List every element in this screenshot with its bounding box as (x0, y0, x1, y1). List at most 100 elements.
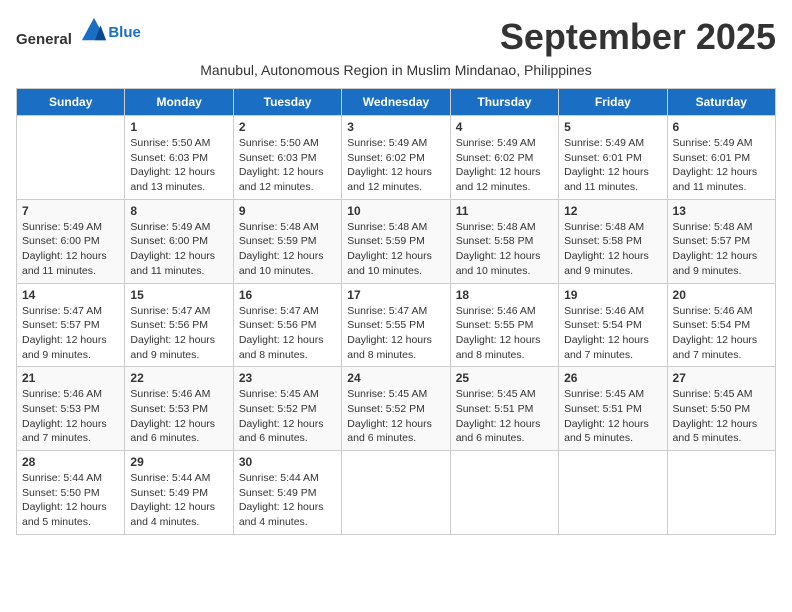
calendar-week-row: 21 Sunrise: 5:46 AM Sunset: 5:53 PM Dayli… (17, 367, 776, 451)
calendar-day-header: Wednesday (342, 89, 450, 116)
day-number: 7 (22, 204, 119, 218)
day-number: 27 (673, 371, 770, 385)
day-info: Sunrise: 5:45 AM Sunset: 5:52 PM Dayligh… (239, 387, 336, 446)
page-header: General Blue September 2025 (16, 16, 776, 58)
calendar-cell (559, 451, 667, 535)
calendar-week-row: 7 Sunrise: 5:49 AM Sunset: 6:00 PM Daylig… (17, 199, 776, 283)
day-info: Sunrise: 5:45 AM Sunset: 5:50 PM Dayligh… (673, 387, 770, 446)
logo-blue-text: Blue (108, 24, 141, 41)
day-number: 16 (239, 288, 336, 302)
logo-general-text: General (16, 31, 72, 48)
calendar-cell: 7 Sunrise: 5:49 AM Sunset: 6:00 PM Daylig… (17, 199, 125, 283)
day-info: Sunrise: 5:48 AM Sunset: 5:59 PM Dayligh… (347, 220, 444, 279)
day-info: Sunrise: 5:46 AM Sunset: 5:54 PM Dayligh… (564, 304, 661, 363)
calendar-cell: 18 Sunrise: 5:46 AM Sunset: 5:55 PM Dayli… (450, 283, 558, 367)
calendar-subtitle: Manubul, Autonomous Region in Muslim Min… (16, 62, 776, 78)
calendar-cell: 9 Sunrise: 5:48 AM Sunset: 5:59 PM Daylig… (233, 199, 341, 283)
calendar-cell (667, 451, 775, 535)
day-number: 14 (22, 288, 119, 302)
day-number: 24 (347, 371, 444, 385)
day-info: Sunrise: 5:48 AM Sunset: 5:59 PM Dayligh… (239, 220, 336, 279)
day-number: 2 (239, 120, 336, 134)
day-info: Sunrise: 5:44 AM Sunset: 5:49 PM Dayligh… (239, 471, 336, 530)
day-info: Sunrise: 5:47 AM Sunset: 5:56 PM Dayligh… (130, 304, 227, 363)
calendar-cell: 8 Sunrise: 5:49 AM Sunset: 6:00 PM Daylig… (125, 199, 233, 283)
calendar-cell: 24 Sunrise: 5:45 AM Sunset: 5:52 PM Dayli… (342, 367, 450, 451)
day-info: Sunrise: 5:45 AM Sunset: 5:52 PM Dayligh… (347, 387, 444, 446)
calendar-week-row: 1Sunrise: 5:50 AM Sunset: 6:03 PM Daylig… (17, 116, 776, 200)
day-number: 22 (130, 371, 227, 385)
day-info: Sunrise: 5:46 AM Sunset: 5:55 PM Dayligh… (456, 304, 553, 363)
day-info: Sunrise: 5:46 AM Sunset: 5:53 PM Dayligh… (22, 387, 119, 446)
day-info: Sunrise: 5:48 AM Sunset: 5:58 PM Dayligh… (456, 220, 553, 279)
calendar-cell: 6 Sunrise: 5:49 AM Sunset: 6:01 PM Daylig… (667, 116, 775, 200)
day-number: 9 (239, 204, 336, 218)
day-number: 18 (456, 288, 553, 302)
day-info: Sunrise: 5:49 AM Sunset: 6:02 PM Dayligh… (347, 136, 444, 195)
day-number: 11 (456, 204, 553, 218)
day-number: 19 (564, 288, 661, 302)
day-info: Sunrise: 5:47 AM Sunset: 5:57 PM Dayligh… (22, 304, 119, 363)
calendar-cell: 12 Sunrise: 5:48 AM Sunset: 5:58 PM Dayli… (559, 199, 667, 283)
calendar-cell: 23 Sunrise: 5:45 AM Sunset: 5:52 PM Dayli… (233, 367, 341, 451)
calendar-cell: 20 Sunrise: 5:46 AM Sunset: 5:54 PM Dayli… (667, 283, 775, 367)
day-number: 13 (673, 204, 770, 218)
day-number: 3 (347, 120, 444, 134)
day-info: Sunrise: 5:50 AM Sunset: 6:03 PM Dayligh… (130, 136, 227, 195)
day-info: Sunrise: 5:46 AM Sunset: 5:54 PM Dayligh… (673, 304, 770, 363)
day-info: Sunrise: 5:47 AM Sunset: 5:55 PM Dayligh… (347, 304, 444, 363)
calendar-cell: 29Sunrise: 5:44 AM Sunset: 5:49 PM Dayli… (125, 451, 233, 535)
calendar-cell: 26 Sunrise: 5:45 AM Sunset: 5:51 PM Dayli… (559, 367, 667, 451)
day-info: Sunrise: 5:44 AM Sunset: 5:50 PM Dayligh… (22, 471, 119, 530)
calendar-cell (17, 116, 125, 200)
calendar-cell: 25 Sunrise: 5:45 AM Sunset: 5:51 PM Dayli… (450, 367, 558, 451)
calendar-cell: 10 Sunrise: 5:48 AM Sunset: 5:59 PM Dayli… (342, 199, 450, 283)
day-info: Sunrise: 5:49 AM Sunset: 6:01 PM Dayligh… (673, 136, 770, 195)
day-number: 6 (673, 120, 770, 134)
day-number: 26 (564, 371, 661, 385)
day-info: Sunrise: 5:49 AM Sunset: 6:01 PM Dayligh… (564, 136, 661, 195)
calendar-day-header: Sunday (17, 89, 125, 116)
calendar-cell: 5 Sunrise: 5:49 AM Sunset: 6:01 PM Daylig… (559, 116, 667, 200)
calendar-cell (342, 451, 450, 535)
day-info: Sunrise: 5:45 AM Sunset: 5:51 PM Dayligh… (456, 387, 553, 446)
day-number: 20 (673, 288, 770, 302)
calendar-cell: 16Sunrise: 5:47 AM Sunset: 5:56 PM Dayli… (233, 283, 341, 367)
calendar-cell: 27 Sunrise: 5:45 AM Sunset: 5:50 PM Dayli… (667, 367, 775, 451)
calendar-cell: 4 Sunrise: 5:49 AM Sunset: 6:02 PM Daylig… (450, 116, 558, 200)
day-info: Sunrise: 5:48 AM Sunset: 5:58 PM Dayligh… (564, 220, 661, 279)
logo: General Blue (16, 16, 141, 49)
day-info: Sunrise: 5:48 AM Sunset: 5:57 PM Dayligh… (673, 220, 770, 279)
calendar-week-row: 14 Sunrise: 5:47 AM Sunset: 5:57 PM Dayli… (17, 283, 776, 367)
day-info: Sunrise: 5:49 AM Sunset: 6:02 PM Dayligh… (456, 136, 553, 195)
day-number: 15 (130, 288, 227, 302)
day-number: 8 (130, 204, 227, 218)
calendar-body: 1Sunrise: 5:50 AM Sunset: 6:03 PM Daylig… (17, 116, 776, 535)
calendar-header-row: SundayMondayTuesdayWednesdayThursdayFrid… (17, 89, 776, 116)
day-info: Sunrise: 5:45 AM Sunset: 5:51 PM Dayligh… (564, 387, 661, 446)
day-info: Sunrise: 5:49 AM Sunset: 6:00 PM Dayligh… (22, 220, 119, 279)
calendar-day-header: Monday (125, 89, 233, 116)
calendar-cell: 17 Sunrise: 5:47 AM Sunset: 5:55 PM Dayli… (342, 283, 450, 367)
day-number: 5 (564, 120, 661, 134)
day-number: 10 (347, 204, 444, 218)
calendar-table: SundayMondayTuesdayWednesdayThursdayFrid… (16, 88, 776, 535)
calendar-day-header: Friday (559, 89, 667, 116)
day-number: 29 (130, 455, 227, 469)
day-number: 21 (22, 371, 119, 385)
calendar-cell: 13 Sunrise: 5:48 AM Sunset: 5:57 PM Dayli… (667, 199, 775, 283)
day-number: 25 (456, 371, 553, 385)
calendar-cell: 14 Sunrise: 5:47 AM Sunset: 5:57 PM Dayli… (17, 283, 125, 367)
calendar-cell: 15 Sunrise: 5:47 AM Sunset: 5:56 PM Dayli… (125, 283, 233, 367)
calendar-day-header: Saturday (667, 89, 775, 116)
calendar-week-row: 28 Sunrise: 5:44 AM Sunset: 5:50 PM Dayli… (17, 451, 776, 535)
day-info: Sunrise: 5:49 AM Sunset: 6:00 PM Dayligh… (130, 220, 227, 279)
calendar-cell: 22Sunrise: 5:46 AM Sunset: 5:53 PM Dayli… (125, 367, 233, 451)
calendar-cell: 3 Sunrise: 5:49 AM Sunset: 6:02 PM Daylig… (342, 116, 450, 200)
day-number: 23 (239, 371, 336, 385)
calendar-cell: 28 Sunrise: 5:44 AM Sunset: 5:50 PM Dayli… (17, 451, 125, 535)
day-number: 12 (564, 204, 661, 218)
day-number: 4 (456, 120, 553, 134)
day-number: 17 (347, 288, 444, 302)
day-number: 28 (22, 455, 119, 469)
